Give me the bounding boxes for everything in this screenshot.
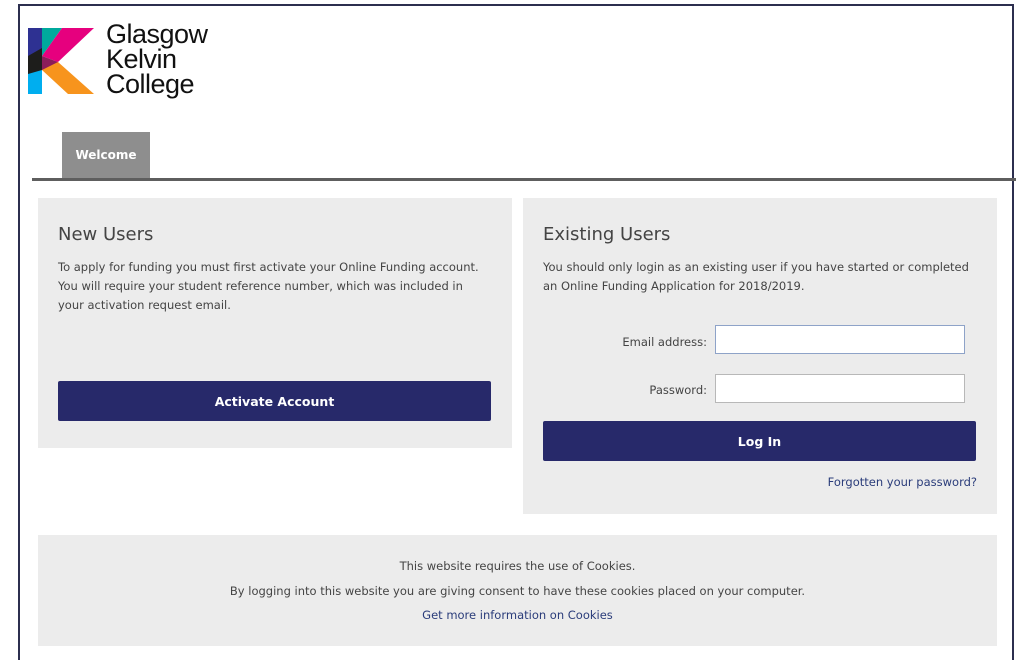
activate-account-button[interactable]: Activate Account — [58, 381, 491, 421]
college-name-line3: College — [106, 69, 195, 99]
cookie-notice-line2: By logging into this website you are giv… — [229, 584, 806, 598]
existing-users-title: Existing Users — [543, 224, 671, 245]
college-logo: Glasgow Kelvin College — [28, 21, 218, 102]
email-field[interactable] — [715, 325, 965, 354]
new-users-description: To apply for funding you must first acti… — [58, 260, 479, 312]
college-name: Glasgow Kelvin College — [106, 21, 208, 99]
existing-users-description: You should only login as an existing use… — [543, 260, 969, 293]
new-users-panel: New Users To apply for funding you must … — [38, 198, 512, 448]
page-frame: Glasgow Kelvin College Welcome New Users… — [18, 4, 1016, 660]
tab-welcome[interactable]: Welcome — [62, 132, 150, 178]
new-users-title: New Users — [58, 224, 154, 245]
forgot-password-link[interactable]: Forgotten your password? — [828, 475, 977, 489]
college-logo-mark — [28, 28, 94, 94]
cookie-notice: This website requires the use of Cookies… — [38, 535, 997, 646]
cookie-info-link[interactable]: Get more information on Cookies — [38, 608, 997, 622]
existing-users-panel: Existing Users You should only login as … — [523, 198, 997, 514]
password-field[interactable] — [715, 374, 965, 403]
cookie-notice-line1: This website requires the use of Cookies… — [399, 559, 636, 573]
tab-divider — [32, 178, 1016, 181]
email-label: Email address: — [622, 335, 707, 349]
login-button[interactable]: Log In — [543, 421, 976, 461]
password-label: Password: — [649, 383, 707, 397]
